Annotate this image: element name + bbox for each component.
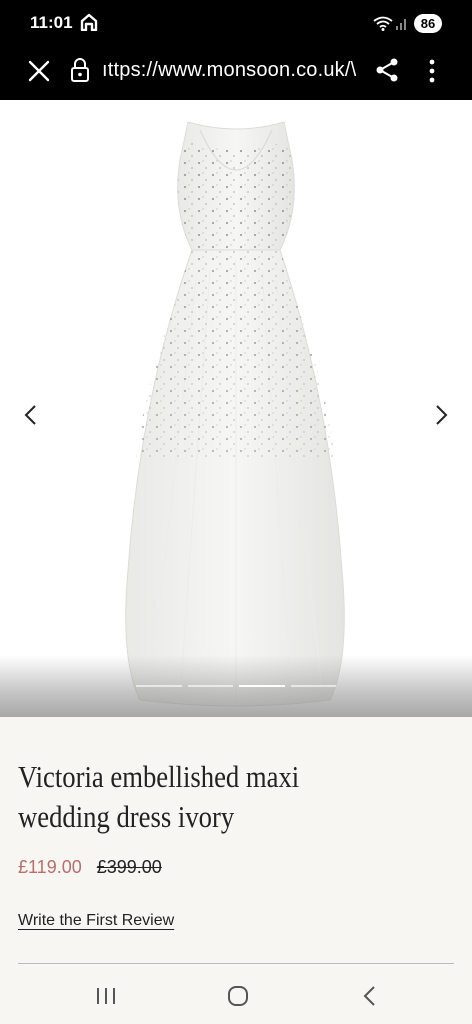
chevron-right-icon[interactable] [428,400,454,430]
home-icon [80,13,98,31]
gallery-indicator[interactable] [239,685,285,687]
price-row: £119.00 £399.00 [18,857,162,878]
share-icon[interactable] [375,57,399,83]
chevron-left-icon[interactable] [18,400,44,430]
write-review-link[interactable]: Write the First Review [18,912,174,930]
gallery-indicators [136,685,336,688]
url-text[interactable]: ıttps://www.monsoon.co.uk/\ [102,59,360,82]
more-options-icon[interactable] [423,57,441,85]
sale-price: £119.00 [18,857,82,877]
gallery-indicator[interactable] [187,685,233,687]
wifi-icon [373,16,393,31]
close-icon[interactable] [26,58,52,84]
original-price: £399.00 [96,857,162,877]
back-icon[interactable] [360,984,380,1008]
gallery-indicator[interactable] [136,685,182,687]
signal-icon [396,19,406,30]
status-bar: 11:01 86 [0,0,472,46]
recent-apps-icon[interactable] [94,986,118,1006]
status-time: 11:01 [30,13,73,32]
system-nav-bar [0,966,472,1024]
product-gallery[interactable] [0,100,472,717]
gallery-indicator[interactable] [290,685,336,687]
home-button-icon[interactable] [226,984,250,1008]
browser-url-bar: ıttps://www.monsoon.co.uk/\ [0,46,472,100]
divider [18,963,454,964]
lock-icon[interactable] [70,57,90,83]
product-image [125,121,345,707]
battery-badge: 86 [414,14,442,33]
product-title: Victoria embellished maxi wedding dress … [18,759,300,834]
